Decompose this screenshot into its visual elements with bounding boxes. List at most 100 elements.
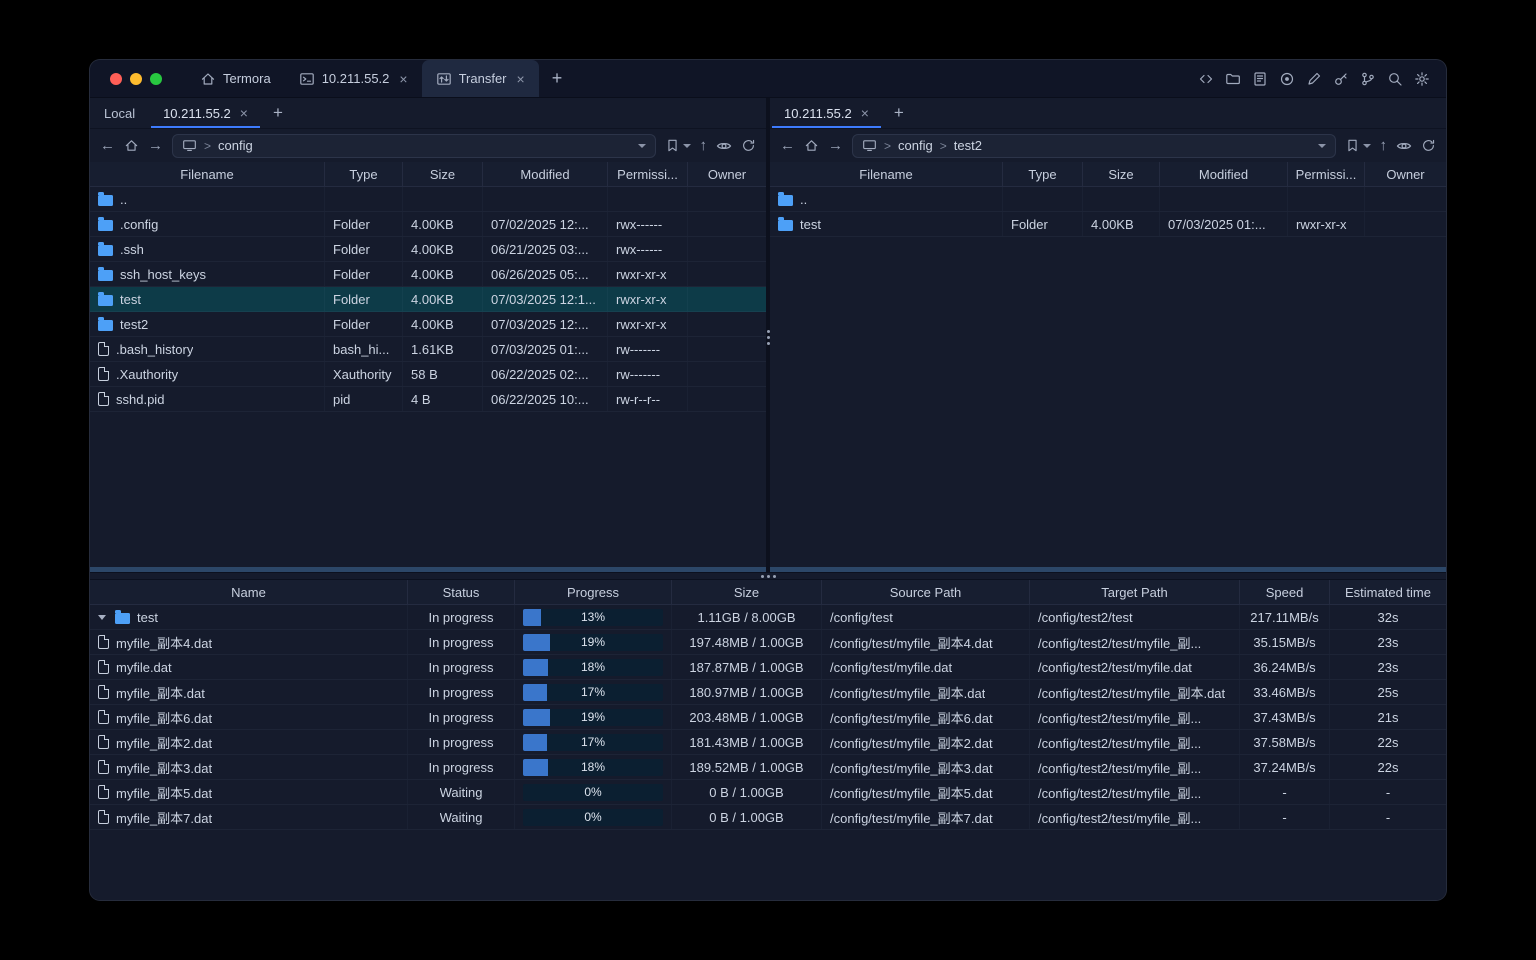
column-header[interactable]: Type [1003, 162, 1083, 186]
edit-icon[interactable] [1306, 71, 1322, 87]
column-header[interactable]: Type [325, 162, 403, 186]
table-row[interactable]: ssh_host_keys Folder 4.00KB 06/26/2025 0… [90, 262, 766, 287]
path-breadcrumb[interactable]: > config > test2 [852, 133, 1336, 158]
titlebar: Termora 10.211.55.2 × Transfer × + [90, 60, 1446, 98]
tab-left-host[interactable]: 10.211.55.2 × [149, 98, 262, 128]
tab-host[interactable]: 10.211.55.2 × [285, 60, 422, 97]
expand-chevron-icon[interactable] [98, 614, 106, 620]
show-hidden-button[interactable] [716, 138, 732, 154]
bookmark-button[interactable] [665, 138, 691, 153]
column-header[interactable]: Speed [1240, 580, 1330, 604]
column-header[interactable]: Owner [688, 162, 766, 186]
table-row[interactable]: .bash_history bash_hi... 1.61KB 07/03/20… [90, 337, 766, 362]
column-header[interactable]: Size [672, 580, 822, 604]
transfer-row[interactable]: myfile_副本5.dat Waiting 0% 0 B / 1.00GB /… [90, 780, 1446, 805]
home-button[interactable] [124, 138, 139, 153]
close-icon[interactable]: × [861, 106, 869, 120]
column-header[interactable]: Permissi... [608, 162, 688, 186]
zoom-window-button[interactable] [150, 72, 162, 85]
transfer-row[interactable]: myfile_副本3.dat In progress 18% 189.52MB … [90, 755, 1446, 780]
tab-local[interactable]: Local [90, 98, 149, 128]
transfer-panel: Name Status Progress Size Source Path Ta… [90, 580, 1446, 900]
left-toolbar: ← → > config ↑ [90, 129, 766, 162]
column-header[interactable]: Permissi... [1288, 162, 1365, 186]
table-row-selected[interactable]: test Folder 4.00KB 07/03/2025 12:1... rw… [90, 287, 766, 312]
file-icon [98, 366, 110, 381]
home-button[interactable] [804, 138, 819, 153]
table-row[interactable]: sshd.pid pid 4 B 06/22/2025 10:... rw-r-… [90, 387, 766, 412]
table-row[interactable]: test2 Folder 4.00KB 07/03/2025 12:... rw… [90, 312, 766, 337]
forward-button[interactable]: → [828, 138, 843, 153]
transfer-row[interactable]: myfile_副本6.dat In progress 19% 203.48MB … [90, 705, 1446, 730]
column-header[interactable]: Target Path [1030, 580, 1240, 604]
column-header[interactable]: Size [1083, 162, 1160, 186]
breadcrumb-separator: > [939, 138, 947, 153]
chevron-down-icon[interactable] [1317, 143, 1326, 148]
transfer-row[interactable]: test In progress 13% 1.11GB / 8.00GB /co… [90, 605, 1446, 630]
transfer-row[interactable]: myfile_副本7.dat Waiting 0% 0 B / 1.00GB /… [90, 805, 1446, 830]
new-tab-button[interactable]: + [539, 60, 576, 97]
column-header[interactable]: Progress [515, 580, 672, 604]
table-row[interactable]: .. [770, 187, 1446, 212]
table-row[interactable]: .config Folder 4.00KB 07/02/2025 12:... … [90, 212, 766, 237]
column-header[interactable]: Source Path [822, 580, 1030, 604]
status-text: In progress [428, 709, 494, 725]
close-icon[interactable]: × [240, 106, 248, 120]
right-new-tab-button[interactable]: + [883, 98, 915, 128]
forward-button[interactable]: → [148, 138, 163, 153]
show-hidden-button[interactable] [1396, 138, 1412, 154]
refresh-button[interactable] [1421, 138, 1436, 153]
code-icon[interactable] [1198, 71, 1214, 87]
column-header[interactable]: Filename [770, 162, 1003, 186]
filename: .ssh [120, 241, 144, 257]
column-header[interactable]: Modified [1160, 162, 1288, 186]
table-row[interactable]: .Xauthority Xauthority 58 B 06/22/2025 0… [90, 362, 766, 387]
tab-right-host[interactable]: 10.211.55.2 × [770, 98, 883, 128]
transfer-row[interactable]: myfile.dat In progress 18% 187.87MB / 1.… [90, 655, 1446, 680]
close-window-button[interactable] [110, 72, 122, 85]
column-header[interactable]: Name [90, 580, 408, 604]
table-row[interactable]: test Folder 4.00KB 07/03/2025 01:... rwx… [770, 212, 1446, 237]
close-icon[interactable]: × [399, 72, 407, 86]
path-breadcrumb[interactable]: > config [172, 133, 656, 158]
folder-icon[interactable] [1225, 71, 1241, 87]
log-icon[interactable] [1252, 71, 1268, 87]
branch-icon[interactable] [1360, 71, 1376, 87]
parent-directory-button[interactable]: ↑ [700, 138, 708, 153]
left-new-tab-button[interactable]: + [262, 98, 294, 128]
column-header[interactable]: Filename [90, 162, 325, 186]
column-header[interactable]: Size [403, 162, 483, 186]
transfer-table-header: Name Status Progress Size Source Path Ta… [90, 580, 1446, 605]
breadcrumb-segment[interactable]: test2 [954, 138, 982, 153]
back-button[interactable]: ← [100, 138, 115, 153]
column-header[interactable]: Owner [1365, 162, 1446, 186]
back-button[interactable]: ← [780, 138, 795, 153]
refresh-button[interactable] [741, 138, 756, 153]
tab-transfer[interactable]: Transfer × [421, 60, 539, 97]
file-icon [98, 809, 110, 824]
bookmark-button[interactable] [1345, 138, 1371, 153]
minimize-window-button[interactable] [130, 72, 142, 85]
transfer-name: myfile_副本.dat [116, 685, 205, 701]
transfer-row[interactable]: myfile_副本4.dat In progress 19% 197.48MB … [90, 630, 1446, 655]
tab-termora[interactable]: Termora [186, 60, 285, 97]
transfer-row[interactable]: myfile_副本.dat In progress 17% 180.97MB /… [90, 680, 1446, 705]
settings-icon[interactable] [1414, 71, 1430, 87]
column-header[interactable]: Estimated time [1330, 580, 1446, 604]
transfer-splitter[interactable] [90, 572, 1446, 580]
column-header[interactable]: Status [408, 580, 515, 604]
table-row[interactable]: .ssh Folder 4.00KB 06/21/2025 03:... rwx… [90, 237, 766, 262]
breadcrumb-segment[interactable]: config [218, 138, 253, 153]
table-row[interactable]: .. [90, 187, 766, 212]
record-icon[interactable] [1279, 71, 1295, 87]
search-icon[interactable] [1387, 71, 1403, 87]
left-table-header: Filename Type Size Modified Permissi... … [90, 162, 766, 187]
computer-icon [862, 138, 877, 153]
chevron-down-icon[interactable] [637, 143, 646, 148]
close-icon[interactable]: × [517, 72, 525, 86]
breadcrumb-segment[interactable]: config [898, 138, 933, 153]
column-header[interactable]: Modified [483, 162, 608, 186]
transfer-row[interactable]: myfile_副本2.dat In progress 17% 181.43MB … [90, 730, 1446, 755]
key-icon[interactable] [1333, 71, 1349, 87]
parent-directory-button[interactable]: ↑ [1380, 138, 1388, 153]
